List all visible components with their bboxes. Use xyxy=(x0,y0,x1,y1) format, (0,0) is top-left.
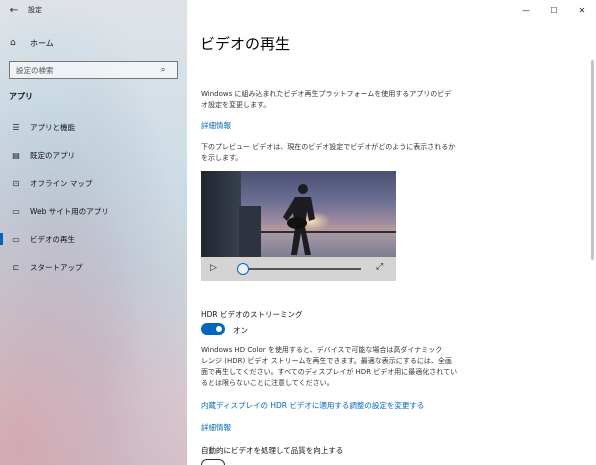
seek-track[interactable] xyxy=(243,268,361,270)
hdr-title: HDR ビデオのストリーミング xyxy=(201,310,303,319)
toggle-knob xyxy=(216,326,222,332)
sidebar-item-web-apps[interactable]: ▭ Web サイト用のアプリ xyxy=(0,197,187,225)
play-icon[interactable]: ▷ xyxy=(210,263,217,273)
sidebar-item-label: アプリと機能 xyxy=(30,122,75,132)
sidebar-item-apps-features[interactable]: ☰ アプリと機能 xyxy=(0,113,187,141)
window-controls: — ☐ ✕ xyxy=(512,0,596,20)
home-icon: ⌂ xyxy=(10,38,16,48)
sidebar-item-label: Web サイト用のアプリ xyxy=(30,206,109,216)
intro-line-2: オ設定を変更します。 xyxy=(201,101,271,109)
sidebar: ← 設定 ⌂ ホーム 設定の検索 ⌕ アプリ ☰ アプリと機能 ▤ 既定のアプリ… xyxy=(0,0,187,465)
minimize-icon[interactable]: — xyxy=(512,0,540,20)
preview-video[interactable]: ▷ ⤢ xyxy=(201,171,396,281)
auto-process-title: 自動的にビデオを処理して品質を向上する xyxy=(201,446,344,455)
startup-icon: ⊏ xyxy=(12,262,20,272)
hdr-toggle[interactable] xyxy=(201,323,225,335)
video-person xyxy=(283,184,315,255)
video-icon: ▭ xyxy=(12,234,20,244)
sidebar-item-label: ビデオの再生 xyxy=(30,234,75,244)
video-water xyxy=(261,233,396,257)
home-label: ホーム xyxy=(30,38,54,48)
sidebar-item-startup[interactable]: ⊏ スタートアップ xyxy=(0,253,187,281)
video-building-2 xyxy=(239,206,261,257)
close-icon[interactable]: ✕ xyxy=(568,0,596,20)
hdr-desc-line-2: レンジ (HDR) ビデオ ストリームを再生できます。最適な表示にするには、全画 xyxy=(201,357,452,365)
sidebar-item-label: オフライン マップ xyxy=(30,178,93,188)
details-link-1[interactable]: 詳細情報 xyxy=(201,120,231,131)
video-railing xyxy=(261,231,396,233)
home-link[interactable]: ⌂ ホーム xyxy=(10,36,54,50)
sidebar-item-label: スタートアップ xyxy=(30,262,83,272)
app-title: 設定 xyxy=(28,6,42,14)
seek-thumb[interactable] xyxy=(237,263,249,275)
hdr-desc-line-4: るとは限らないことに注意してください。 xyxy=(201,379,334,387)
search-input[interactable]: 設定の検索 xyxy=(16,65,161,76)
preview-line-1: 下のプレビュー ビデオは、現在のビデオ設定でビデオがどのように表示されるか xyxy=(201,143,456,151)
hdr-settings-link[interactable]: 内蔵ディスプレイの HDR ビデオに適用する調整の設定を変更する xyxy=(201,400,424,411)
sidebar-item-offline-maps[interactable]: ⊡ オフライン マップ xyxy=(0,169,187,197)
default-apps-icon: ▤ xyxy=(12,150,20,160)
hdr-description: Windows HD Color を使用すると、デバイスで可能な場合は高ダイナミ… xyxy=(201,345,473,389)
search-icon[interactable]: ⌕ xyxy=(161,65,177,75)
details-link-2[interactable]: 詳細情報 xyxy=(201,422,231,433)
sidebar-nav: ☰ アプリと機能 ▤ 既定のアプリ ⊡ オフライン マップ ▭ Web サイト用… xyxy=(0,113,187,281)
preview-text: 下のプレビュー ビデオは、現在のビデオ設定でビデオがどのように表示されるか を示… xyxy=(201,142,473,164)
content-pane: — ☐ ✕ ビデオの再生 Windows に組み込まれたビデオ再生プラットフォー… xyxy=(187,0,596,465)
section-title: アプリ xyxy=(9,92,33,101)
map-icon: ⊡ xyxy=(12,178,20,188)
list-icon: ☰ xyxy=(12,122,20,132)
scrollbar[interactable] xyxy=(591,60,594,260)
fullscreen-icon[interactable]: ⤢ xyxy=(376,262,383,272)
intro-line-1: Windows に組み込まれたビデオ再生プラットフォームを使用するアプリのビデ xyxy=(201,90,452,98)
intro-text: Windows に組み込まれたビデオ再生プラットフォームを使用するアプリのビデ … xyxy=(201,89,473,111)
hdr-toggle-label: オン xyxy=(233,326,248,335)
sidebar-item-video-playback[interactable]: ▭ ビデオの再生 xyxy=(0,225,187,253)
hdr-desc-line-3: 面で再生してください。すべてのディスプレイが HDR ビデオ用に最適化されてい xyxy=(201,368,458,376)
sidebar-item-default-apps[interactable]: ▤ 既定のアプリ xyxy=(0,141,187,169)
maximize-icon[interactable]: ☐ xyxy=(540,0,568,20)
web-apps-icon: ▭ xyxy=(12,206,20,216)
preview-line-2: を示します。 xyxy=(201,154,243,162)
hdr-desc-line-1: Windows HD Color を使用すると、デバイスで可能な場合は高ダイナミ… xyxy=(201,346,443,354)
back-arrow-icon[interactable]: ← xyxy=(0,0,28,20)
video-controls: ▷ ⤢ xyxy=(201,257,396,281)
title-bar-left: ← 設定 xyxy=(0,0,187,20)
page-title: ビデオの再生 xyxy=(200,35,291,53)
search-box[interactable]: 設定の検索 ⌕ xyxy=(9,61,178,79)
sidebar-item-label: 既定のアプリ xyxy=(30,150,75,160)
video-building xyxy=(201,171,241,257)
auto-process-toggle[interactable] xyxy=(201,459,225,465)
